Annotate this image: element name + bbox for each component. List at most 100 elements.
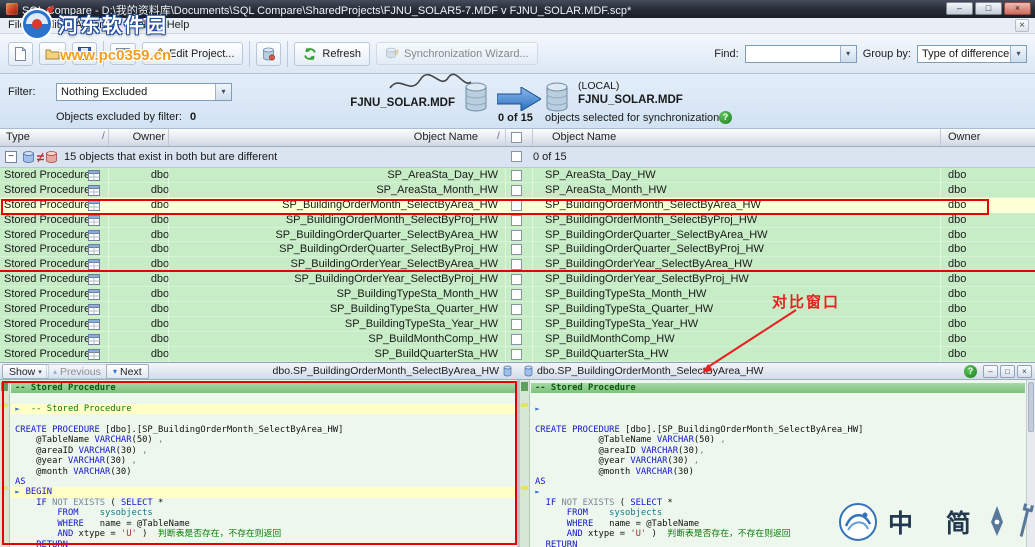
- minimize-button[interactable]: –: [946, 2, 973, 15]
- row-object-left: SP_BuildingOrderYear_SelectByArea_HW: [215, 257, 498, 271]
- sync-help-icon[interactable]: ?: [719, 111, 732, 124]
- titlebar[interactable]: SQL Compare - D:\我的资料库\Documents\SQL Com…: [0, 0, 1035, 18]
- grid-row[interactable]: Stored Procedure dbo SP_BuildingTypeSta_…: [0, 287, 1035, 302]
- column-owner-right[interactable]: Owner: [948, 131, 980, 143]
- row-type: Stored Procedure: [4, 302, 90, 316]
- sql-pane-right[interactable]: -- Stored Procedure►CREATE PROCEDURE [db…: [520, 380, 1035, 547]
- group-row[interactable]: − 15 objects that exist in both but are …: [0, 147, 1035, 168]
- save-button[interactable]: [72, 42, 97, 65]
- row-checkbox[interactable]: [511, 215, 522, 226]
- new-document-icon: [14, 47, 27, 61]
- row-checkbox[interactable]: [511, 244, 522, 255]
- select-all-checkbox[interactable]: [511, 132, 522, 143]
- find-dropdown-icon[interactable]: ▾: [840, 46, 856, 62]
- right-pane-scrollbar[interactable]: [1026, 380, 1035, 547]
- menu-edit[interactable]: Edit: [41, 19, 60, 31]
- column-divider: [108, 129, 109, 146]
- group-checkbox[interactable]: [511, 151, 522, 162]
- right-database-location: (LOCAL): [578, 80, 619, 92]
- maximize-button[interactable]: □: [975, 2, 1002, 15]
- grid-row[interactable]: Stored Procedure dbo SP_BuildingOrderQua…: [0, 228, 1035, 243]
- sql-line: [531, 393, 1025, 403]
- row-checkbox[interactable]: [511, 289, 522, 300]
- filter-select[interactable]: Nothing Excluded ▾: [56, 83, 232, 101]
- synchronization-wizard-label: Synchronization Wizard...: [404, 48, 529, 60]
- row-checkbox[interactable]: [511, 230, 522, 241]
- row-object-left: SP_BuildingOrderMonth_SelectByProj_HW: [215, 213, 498, 227]
- column-type[interactable]: Type: [6, 131, 30, 143]
- row-type: Stored Procedure: [4, 183, 90, 197]
- menu-file[interactable]: File: [8, 19, 26, 31]
- row-checkbox[interactable]: [511, 274, 522, 285]
- grid-row[interactable]: Stored Procedure dbo SP_AreaSta_Day_HW S…: [0, 168, 1035, 183]
- row-checkbox[interactable]: [511, 304, 522, 315]
- column-object-right[interactable]: Object Name: [552, 131, 616, 143]
- show-menu-button[interactable]: Show ▾: [2, 364, 49, 379]
- menu-help[interactable]: Help: [167, 19, 190, 31]
- pane-maximize-button[interactable]: □: [1000, 365, 1015, 378]
- left-database-icon: [463, 82, 489, 112]
- grid-row[interactable]: Stored Procedure dbo SP_BuildingOrderYea…: [0, 257, 1035, 272]
- row-checkbox[interactable]: [511, 170, 522, 181]
- menu-tools[interactable]: Tools: [126, 19, 152, 31]
- right-object-tab[interactable]: dbo.SP_BuildingOrderMonth_SelectByArea_H…: [524, 365, 763, 377]
- find-input[interactable]: ▾: [745, 45, 857, 63]
- stored-procedure-icon: [88, 244, 100, 255]
- database-sync-button[interactable]: [256, 42, 281, 66]
- column-owner-left[interactable]: Owner: [110, 131, 165, 143]
- left-object-tab[interactable]: dbo.SP_BuildingOrderMonth_SelectByArea_H…: [270, 365, 512, 377]
- row-owner-right: dbo: [948, 242, 966, 256]
- row-type: Stored Procedure: [4, 317, 90, 331]
- excluded-count: 0: [190, 111, 196, 123]
- row-type: Stored Procedure: [4, 168, 90, 182]
- grid-row[interactable]: Stored Procedure dbo SP_BuildQuarterSta_…: [0, 347, 1035, 362]
- grid-row[interactable]: Stored Procedure dbo SP_BuildingTypeSta_…: [0, 302, 1035, 317]
- row-checkbox[interactable]: [511, 200, 522, 211]
- collapse-group-button[interactable]: −: [5, 151, 17, 163]
- sql-line: CREATE PROCEDURE [dbo].[SP_BuildingOrder…: [531, 425, 1025, 435]
- group-by-select[interactable]: Type of difference ▾: [917, 45, 1027, 63]
- grid-row[interactable]: Stored Procedure dbo SP_AreaSta_Month_HW…: [0, 183, 1035, 198]
- stored-procedure-icon: [88, 185, 100, 196]
- left-diff-map[interactable]: [0, 380, 10, 547]
- menu-actions[interactable]: Actions: [75, 19, 111, 31]
- document-close-button[interactable]: ×: [1015, 19, 1029, 32]
- row-checkbox[interactable]: [511, 259, 522, 270]
- right-diff-map[interactable]: [520, 380, 530, 547]
- close-button[interactable]: ×: [1004, 2, 1031, 15]
- pane-minimize-button[interactable]: –: [983, 365, 998, 378]
- right-database-icon: [544, 82, 570, 112]
- row-checkbox[interactable]: [511, 185, 522, 196]
- window-controls: – □ ×: [946, 2, 1031, 15]
- grid-row[interactable]: Stored Procedure dbo SP_BuildingTypeSta_…: [0, 317, 1035, 332]
- filter-label: Filter:: [8, 86, 36, 98]
- row-type: Stored Procedure: [4, 272, 90, 286]
- filter-value: Nothing Excluded: [61, 86, 147, 98]
- sql-line: FROM sysobjects: [11, 508, 517, 518]
- refresh-button[interactable]: Refresh: [294, 42, 370, 66]
- grid-row[interactable]: Stored Procedure dbo SP_BuildMonthComp_H…: [0, 332, 1035, 347]
- grid-row[interactable]: Stored Procedure dbo SP_BuildingOrderYea…: [0, 272, 1035, 287]
- filter-dropdown-icon[interactable]: ▾: [215, 84, 231, 100]
- row-checkbox[interactable]: [511, 349, 522, 360]
- new-project-button[interactable]: [8, 42, 33, 66]
- row-checkbox[interactable]: [511, 319, 522, 330]
- group-by-dropdown-icon[interactable]: ▾: [1010, 46, 1026, 62]
- sql-pane-left[interactable]: -- Stored Procedure► -- Stored Procedure…: [0, 380, 517, 547]
- wizard-icon: [385, 47, 399, 60]
- diff-help-icon[interactable]: ?: [964, 365, 977, 378]
- open-project-button[interactable]: [39, 42, 66, 65]
- pane-close-button[interactable]: ×: [1017, 365, 1032, 378]
- edit-project-button[interactable]: Edit Project...: [142, 42, 243, 65]
- sql-compare-window: SQL Compare - D:\我的资料库\Documents\SQL Com…: [0, 0, 1035, 547]
- grid-row[interactable]: Stored Procedure dbo SP_BuildingOrderMon…: [0, 213, 1035, 228]
- row-checkbox[interactable]: [511, 334, 522, 345]
- stored-procedure-icon: [88, 304, 100, 315]
- column-object-left[interactable]: Object Name: [250, 131, 478, 143]
- next-button[interactable]: ▾ Next: [106, 364, 149, 379]
- group-count: 0 of 15: [533, 151, 567, 163]
- grid-row[interactable]: Stored Procedure dbo SP_BuildingOrderMon…: [0, 198, 1035, 213]
- scrollbar-thumb[interactable]: [1028, 382, 1034, 432]
- grid-row[interactable]: Stored Procedure dbo SP_BuildingOrderQua…: [0, 242, 1035, 257]
- view-grid-button[interactable]: [110, 43, 136, 65]
